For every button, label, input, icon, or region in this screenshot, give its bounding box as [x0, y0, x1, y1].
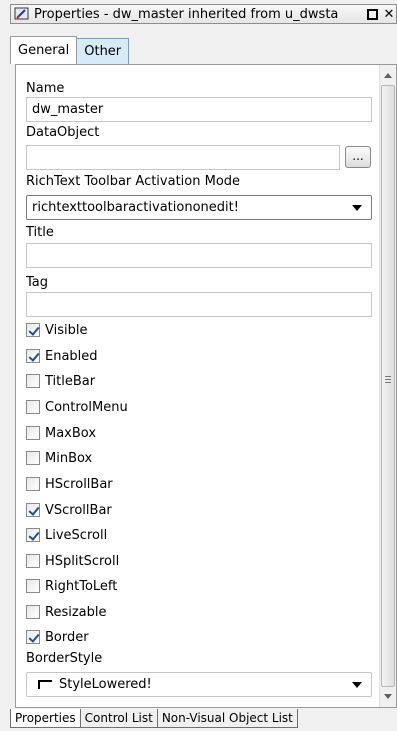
- checkbox-controlmenu[interactable]: ControlMenu: [26, 398, 128, 416]
- properties-panel: Name dw_master DataObject ... RichText T…: [15, 64, 397, 708]
- checkbox[interactable]: [26, 605, 40, 619]
- checkbox-resizable[interactable]: Resizable: [26, 603, 106, 621]
- checkbox-label: Enabled: [45, 348, 98, 364]
- tab-label: Non-Visual Object List: [161, 711, 293, 725]
- dataobject-field[interactable]: [26, 145, 340, 170]
- tab-control-list[interactable]: Control List: [80, 709, 158, 728]
- tab-label: Control List: [84, 711, 153, 725]
- checkbox-border[interactable]: Border: [26, 628, 89, 646]
- checkbox-label: MaxBox: [45, 425, 97, 441]
- checkbox-maxbox[interactable]: MaxBox: [26, 424, 96, 442]
- checkbox-righttoleft[interactable]: RightToLeft: [26, 577, 117, 595]
- richtext-mode-value: richtexttoolbaractivationonedit!: [32, 200, 239, 215]
- checkbox-label: MinBox: [45, 450, 93, 466]
- checkbox-label: HScrollBar: [45, 476, 113, 492]
- checkbox-visible[interactable]: Visible: [26, 321, 87, 339]
- scroll-up-icon[interactable]: [384, 73, 392, 78]
- checkbox-hscrollbar[interactable]: HScrollBar: [26, 475, 113, 493]
- checkbox[interactable]: [26, 323, 40, 337]
- dataobject-browse-button[interactable]: ...: [345, 146, 371, 168]
- borderstyle-value: StyleLowered!: [59, 677, 152, 692]
- scrollbar-thumb[interactable]: [381, 85, 395, 687]
- vertical-scrollbar[interactable]: [379, 65, 396, 707]
- checkbox[interactable]: [26, 554, 40, 568]
- checkbox-label: Resizable: [45, 604, 107, 620]
- richtext-mode-select[interactable]: richtexttoolbaractivationonedit!: [26, 195, 372, 220]
- properties-content: Name dw_master DataObject ... RichText T…: [16, 65, 380, 707]
- checkbox[interactable]: [26, 451, 40, 465]
- title-field[interactable]: [26, 243, 372, 268]
- checkbox[interactable]: [26, 400, 40, 414]
- properties-window: Properties - dw_master inherited from u_…: [0, 0, 397, 731]
- chevron-down-icon: [352, 682, 362, 688]
- name-label: Name: [26, 81, 65, 96]
- borderstyle-select[interactable]: StyleLowered!: [26, 672, 372, 697]
- dataobject-label: DataObject: [26, 125, 100, 140]
- tab-other[interactable]: Other: [76, 38, 130, 64]
- checkbox[interactable]: [26, 349, 40, 363]
- scroll-down-icon[interactable]: [384, 694, 392, 699]
- tab-properties[interactable]: Properties: [10, 709, 81, 728]
- checkbox-hsplitscroll[interactable]: HSplitScroll: [26, 552, 119, 570]
- tab-label: Other: [84, 44, 122, 59]
- checkbox[interactable]: [26, 630, 40, 644]
- checkbox-titlebar[interactable]: TitleBar: [26, 372, 95, 390]
- tab-label: Properties: [15, 711, 76, 725]
- title-bar[interactable]: Properties - dw_master inherited from u_…: [10, 4, 397, 24]
- title-label: Title: [26, 225, 54, 240]
- tag-label: Tag: [26, 275, 49, 290]
- checkbox[interactable]: [26, 528, 40, 542]
- checkbox[interactable]: [26, 477, 40, 491]
- tab-non-visual-object-list[interactable]: Non-Visual Object List: [157, 709, 298, 728]
- checkbox-label: Border: [45, 629, 89, 645]
- checkbox-label: RightToLeft: [45, 578, 118, 594]
- checkbox-label: LiveScroll: [45, 527, 108, 543]
- checkbox-label: TitleBar: [45, 373, 96, 389]
- tab-general[interactable]: General: [10, 36, 78, 64]
- close-icon[interactable]: ✕: [382, 7, 396, 21]
- chevron-down-icon: [352, 205, 362, 211]
- tag-field[interactable]: [26, 292, 372, 317]
- properties-window-icon: [14, 7, 29, 20]
- checkbox-enabled[interactable]: Enabled: [26, 347, 98, 365]
- window-title: Properties - dw_master inherited from u_…: [34, 6, 339, 22]
- checkbox-label: ControlMenu: [45, 399, 128, 415]
- checkbox[interactable]: [26, 426, 40, 440]
- checkbox-label: Visible: [45, 322, 88, 338]
- border-style-icon: [38, 680, 52, 689]
- tab-label: General: [18, 43, 70, 58]
- checkbox-label: VScrollBar: [45, 502, 112, 518]
- property-tabs: General Other: [10, 36, 130, 66]
- name-value: dw_master: [32, 102, 104, 117]
- checkbox[interactable]: [26, 579, 40, 593]
- checkbox-vscrollbar[interactable]: VScrollBar: [26, 501, 112, 519]
- checkbox-minbox[interactable]: MinBox: [26, 449, 92, 467]
- bottom-tabs: Properties Control List Non-Visual Objec…: [10, 709, 298, 729]
- checkbox-label: HSplitScroll: [45, 553, 120, 569]
- maximize-icon[interactable]: [367, 8, 378, 20]
- name-field[interactable]: dw_master: [26, 97, 372, 122]
- richtext-label: RichText Toolbar Activation Mode: [26, 174, 241, 189]
- borderstyle-label: BorderStyle: [26, 651, 103, 666]
- checkbox[interactable]: [26, 374, 40, 388]
- checkbox-livescroll[interactable]: LiveScroll: [26, 526, 107, 544]
- grip-icon: [385, 376, 391, 383]
- checkbox[interactable]: [26, 503, 40, 517]
